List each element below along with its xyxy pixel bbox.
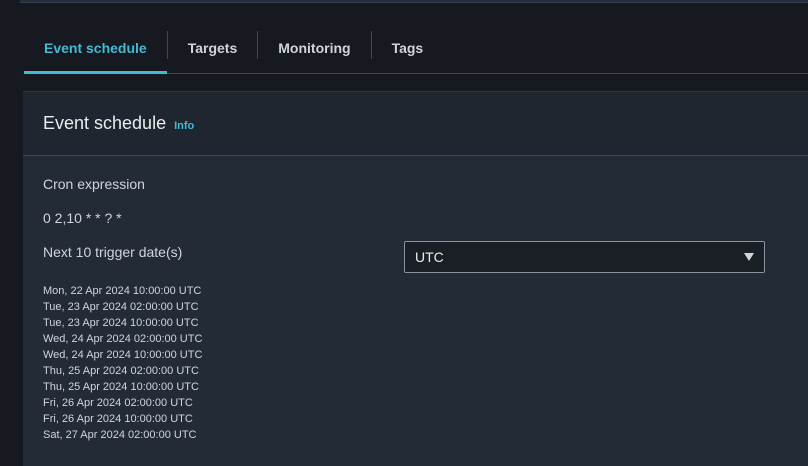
list-item: Tue, 23 Apr 2024 10:00:00 UTC — [43, 317, 199, 329]
list-item: Fri, 26 Apr 2024 10:00:00 UTC — [43, 413, 193, 425]
panel-header: Event schedule Info — [23, 92, 808, 156]
list-item: Tue, 23 Apr 2024 02:00:00 UTC — [43, 301, 199, 313]
tab-targets[interactable]: Targets — [168, 22, 258, 73]
list-item: Thu, 25 Apr 2024 10:00:00 UTC — [43, 381, 199, 393]
list-item: Wed, 24 Apr 2024 02:00:00 UTC — [43, 333, 203, 345]
info-link[interactable]: Info — [174, 120, 194, 132]
next-trigger-dates-label: Next 10 trigger date(s) — [43, 244, 183, 260]
tab-bar: Event schedule Targets Monitoring Tags — [24, 22, 808, 74]
tab-event-schedule[interactable]: Event schedule — [24, 22, 167, 74]
tab-tags[interactable]: Tags — [372, 22, 444, 73]
timezone-select[interactable]: UTC — [404, 241, 765, 273]
list-item: Mon, 22 Apr 2024 10:00:00 UTC — [43, 285, 202, 297]
page: Event schedule Targets Monitoring Tags E… — [0, 0, 808, 466]
top-divider — [20, 0, 808, 3]
cron-expression-value: 0 2,10 * * ? * — [43, 210, 122, 226]
list-item: Sat, 27 Apr 2024 02:00:00 UTC — [43, 429, 197, 441]
list-item: Wed, 24 Apr 2024 10:00:00 UTC — [43, 349, 203, 361]
event-schedule-panel: Event schedule Info Cron expression 0 2,… — [23, 91, 808, 466]
list-item: Fri, 26 Apr 2024 02:00:00 UTC — [43, 397, 193, 409]
cron-expression-label: Cron expression — [43, 176, 145, 192]
list-item: Thu, 25 Apr 2024 02:00:00 UTC — [43, 365, 199, 377]
tab-monitoring[interactable]: Monitoring — [258, 22, 370, 73]
trigger-date-list: Mon, 22 Apr 2024 10:00:00 UTC Tue, 23 Ap… — [43, 283, 202, 443]
panel-title: Event schedule — [43, 113, 167, 133]
timezone-select-value: UTC — [415, 249, 444, 265]
panel-body: Cron expression 0 2,10 * * ? * Next 10 t… — [23, 156, 808, 466]
caret-down-icon — [744, 253, 754, 261]
